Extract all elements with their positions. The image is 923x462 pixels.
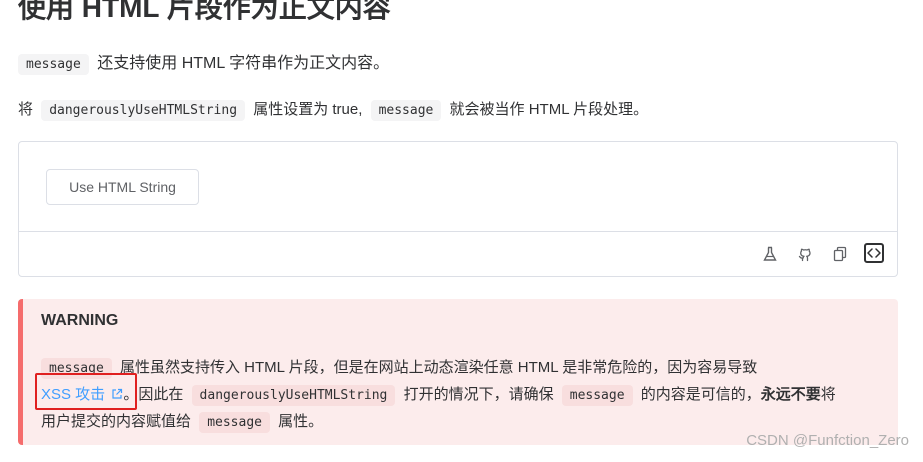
usage-middle: 属性设置为 true, [253, 101, 363, 118]
warning-emphasis: 永远不要 [760, 386, 821, 403]
warning-text: 将 [820, 386, 836, 403]
demo-body: Use HTML String [19, 142, 897, 232]
highlight-frame [35, 373, 137, 410]
inline-code-message: message [18, 54, 89, 75]
inline-code-message: message [199, 412, 270, 433]
inline-code-message: message [561, 385, 633, 406]
inline-code-dangerously: dangerouslyUseHTMLString [191, 385, 396, 406]
warning-line-3: 用户提交的内容赋值给 message 属性。 [41, 410, 323, 435]
usage-suffix: 就会被当作 HTML 片段处理。 [449, 101, 649, 118]
watermark: CSDN @Funfction_Zero [746, 432, 909, 449]
usage-paragraph: 将 dangerouslyUseHTMLString 属性设置为 true, m… [18, 98, 648, 123]
copy-icon[interactable] [829, 243, 851, 265]
warning-text: 的内容是可信的， [640, 386, 761, 403]
inline-code-dangerously: dangerouslyUseHTMLString [41, 100, 246, 121]
warning-text: 属性虽然支持传入 HTML 片段，但是在网站上动态渲染任意 HTML 是非常危险… [119, 359, 758, 376]
demo-toolbar [746, 243, 884, 265]
warning-text: 用户提交的内容赋值给 [41, 413, 192, 430]
warning-line-2: XSS 攻击 。因此在 dangerouslyUseHTMLString 打开的… [41, 383, 836, 408]
intro-text: 还支持使用 HTML 字符串作为正文内容。 [97, 55, 390, 72]
flask-icon[interactable] [759, 243, 781, 265]
usage-prefix: 将 [18, 101, 34, 118]
inline-code-message: message [370, 100, 442, 121]
warning-callout: WARNING message 属性虽然支持传入 HTML 片段，但是在网站上动… [18, 299, 898, 445]
warning-title: WARNING [41, 312, 119, 329]
warning-line-1: message 属性虽然支持传入 HTML 片段，但是在网站上动态渲染任意 HT… [41, 356, 757, 381]
use-html-string-button[interactable]: Use HTML String [46, 169, 199, 205]
intro-paragraph: message 还支持使用 HTML 字符串作为正文内容。 [18, 52, 389, 77]
warning-text: 属性。 [278, 413, 324, 430]
github-icon[interactable] [794, 243, 816, 265]
code-icon[interactable] [864, 243, 884, 263]
page-title: 使用 HTML 片段作为正文内容 [18, 0, 391, 23]
warning-text: 打开的情况下，请确保 [403, 386, 554, 403]
